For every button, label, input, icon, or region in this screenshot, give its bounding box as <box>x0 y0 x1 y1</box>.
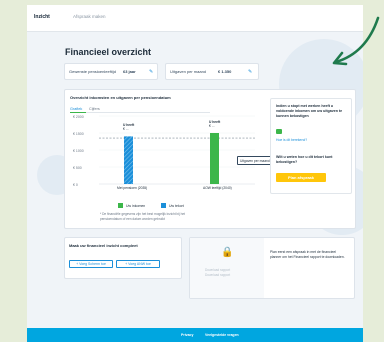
app-frame: Inzicht Afspraak maken Financieel overzi… <box>27 5 363 342</box>
x-category-label: AOW leeftijd (2040) <box>203 186 232 190</box>
appointment-link[interactable]: Afspraak maken <box>73 14 106 19</box>
add-anw-button[interactable]: + Voeg ANW toe <box>116 260 160 268</box>
complete-overview-title: Maak uw financieel inzicht compleet <box>69 243 138 248</box>
report-download-card: 🔒 Download rapport Download rapport Plan… <box>189 237 355 299</box>
retirement-age-card: Gewenste pensioenleeftijd 63 jaar ✎ <box>64 63 158 80</box>
retirement-age-label: Gewenste pensioenleeftijd <box>69 69 116 74</box>
locked-report-label: Download rapport <box>205 268 231 272</box>
overview-title: Overzicht inkomsten en uitgaven per pens… <box>70 95 171 100</box>
top-navigation: Inzicht Afspraak maken <box>27 5 363 32</box>
footnote: * De financiële gegevens zijn het best m… <box>100 212 186 216</box>
y-tick-label: € 2000 <box>73 115 84 119</box>
edit-pencil-icon[interactable]: ✎ <box>248 69 252 75</box>
monthly-spending-label: Uitgaven per maand <box>170 69 207 74</box>
bar-value-label: € ... <box>123 127 129 131</box>
y-tick-label: € 1000 <box>73 149 84 153</box>
legend-shortfall-swatch <box>161 203 166 208</box>
edit-pencil-icon[interactable]: ✎ <box>149 69 153 75</box>
tab-divider <box>70 112 210 113</box>
bar-shortfall-retirement[interactable] <box>124 136 133 184</box>
bar-income-aow[interactable] <box>210 133 219 184</box>
y-tick-label: € 0 <box>73 183 78 187</box>
calculation-link[interactable]: Hoe is dit berekend? <box>276 138 307 142</box>
advice-panel: Indien u stopt met werken heeft u voldoe… <box>270 98 352 194</box>
x-category-label: Met pensioen (2035) <box>117 186 147 190</box>
income-chart: € 2000 € 1500 € 1000 € 500 € 0 U heeft €… <box>73 115 255 190</box>
active-tab-indicator <box>70 112 86 113</box>
advice-question-text: Indien u stopt met werken heeft u voldoe… <box>276 104 343 118</box>
complete-overview-card: Maak uw financieel inzicht compleet + Vo… <box>64 237 182 279</box>
annotation-arrow-icon <box>332 16 380 66</box>
footer-privacy-link[interactable]: Privacy <box>181 333 193 337</box>
locked-report-area: 🔒 Download rapport Download rapport <box>190 238 264 298</box>
bar-value-label: € ... <box>209 124 215 128</box>
legend-income-swatch <box>118 203 123 208</box>
monthly-spending-card: Uitgaven per maand € 1.350 ✎ <box>165 63 259 80</box>
site-footer: Privacy Veelgestelde vragen <box>27 328 363 342</box>
legend-shortfall-label: Uw tekort <box>169 203 184 208</box>
legend-income-label: Uw inkomen <box>126 203 146 208</box>
lock-icon: 🔒 <box>221 247 234 258</box>
monthly-spending-value: € 1.350 <box>218 69 232 74</box>
plan-appointment-button[interactable]: Plan afspraak <box>276 173 326 182</box>
page-title: Financieel overzicht <box>65 47 152 57</box>
footnote: pensioendatum of een datum worden gebrui… <box>100 217 165 221</box>
y-tick-label: € 1500 <box>73 132 84 136</box>
retirement-age-value: 63 jaar <box>123 69 136 74</box>
income-overview-card: Overzicht inkomsten en uitgaven per pens… <box>64 89 356 229</box>
brand-logo[interactable]: Inzicht <box>34 14 50 20</box>
plan-first-note: Plan eerst een afspraak in met de financ… <box>270 250 345 259</box>
wallet-icon <box>276 129 282 134</box>
tab-chart[interactable]: Grafiek <box>70 107 82 111</box>
locked-report-label: Download rapport <box>205 273 231 277</box>
tab-figures[interactable]: Cijfers <box>89 107 100 111</box>
threshold-tooltip-text: Uitgaven per maand <box>240 158 270 163</box>
y-tick-label: € 500 <box>73 166 82 170</box>
shortfall-question-text: Wilt u weten hoe u dit tekort kunt bekos… <box>276 155 333 164</box>
footer-faq-link[interactable]: Veelgestelde vragen <box>205 333 239 337</box>
add-scherm-button[interactable]: + Voeg Scherm toe <box>69 260 113 268</box>
